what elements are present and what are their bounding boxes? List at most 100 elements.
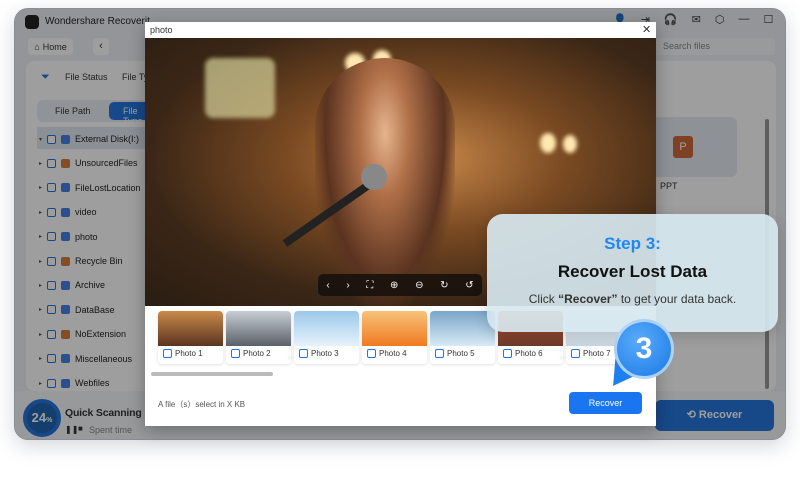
expand-icon[interactable]: ▸ bbox=[39, 184, 42, 191]
selection-status: A file（s）select in X KB bbox=[158, 400, 246, 409]
scan-title: Quick Scanning bbox=[65, 407, 142, 419]
step-label: Step 3: bbox=[604, 234, 661, 253]
pause-icon[interactable]: ❚❚ bbox=[65, 425, 78, 434]
tree-checkbox[interactable] bbox=[47, 305, 57, 315]
expand-icon[interactable]: ▸ bbox=[39, 209, 42, 216]
rotate-left-icon[interactable]: ↺ bbox=[465, 280, 473, 291]
tree-checkbox[interactable] bbox=[47, 134, 57, 144]
filter-icon[interactable]: ⏷ bbox=[41, 71, 50, 84]
recover-button[interactable]: Recover bbox=[569, 392, 642, 414]
tree-item-label: Recycle Bin bbox=[75, 256, 123, 266]
photo-thumbnail[interactable]: Photo 2 bbox=[226, 311, 291, 364]
expand-icon[interactable]: ▸ bbox=[39, 355, 42, 362]
expand-icon[interactable]: ▸ bbox=[39, 380, 42, 387]
thumbnail-label: Photo 4 bbox=[379, 349, 407, 358]
thumbnail-image bbox=[362, 311, 427, 346]
folder-icon bbox=[61, 329, 71, 339]
spent-time: Spent time bbox=[89, 425, 133, 435]
tree-item-label: photo bbox=[75, 231, 98, 242]
tree-item[interactable]: ▸ UnsourcedFiles bbox=[39, 153, 138, 173]
rotate-right-icon[interactable]: ↻ bbox=[440, 280, 448, 291]
home-button[interactable]: ⌂ Home bbox=[28, 38, 73, 55]
tree-item[interactable]: ▸ Archive bbox=[39, 275, 105, 295]
photo-thumbnail[interactable]: Photo 1 bbox=[158, 311, 223, 364]
thumbnail-label: Photo 1 bbox=[175, 349, 203, 358]
folder-icon bbox=[61, 378, 71, 388]
thumbnail-checkbox[interactable] bbox=[367, 349, 376, 358]
thumbnail-label: Photo 6 bbox=[515, 349, 543, 358]
mail-icon[interactable]: ✉ bbox=[692, 13, 701, 26]
expand-icon[interactable]: ▸ bbox=[39, 233, 42, 240]
tree-item[interactable]: ▸ Miscellaneous bbox=[39, 349, 132, 369]
tree-checkbox[interactable] bbox=[47, 232, 57, 242]
tree-item-label: Webfiles bbox=[75, 378, 110, 388]
expand-icon[interactable]: ▸ bbox=[39, 282, 42, 289]
expand-icon[interactable]: ▸ bbox=[39, 160, 42, 167]
tree-item-label: DataBase bbox=[75, 304, 115, 315]
photo-thumbnail[interactable]: Photo 3 bbox=[294, 311, 359, 364]
fullscreen-icon[interactable]: ⛶ bbox=[366, 280, 373, 291]
minimize-icon[interactable]: — bbox=[738, 13, 749, 26]
next-icon[interactable]: › bbox=[346, 280, 349, 291]
scan-progress-ring: 24% bbox=[23, 399, 61, 437]
tree-checkbox[interactable] bbox=[47, 378, 57, 388]
folder-icon bbox=[61, 232, 71, 242]
step-title: Recover Lost Data bbox=[557, 262, 708, 281]
folder-icon bbox=[61, 256, 71, 266]
stop-icon[interactable]: ■ bbox=[78, 424, 83, 433]
zoom-in-icon[interactable]: ⊕ bbox=[390, 280, 398, 291]
folder-icon bbox=[61, 183, 71, 193]
tab-file-path[interactable]: File Path bbox=[55, 106, 91, 116]
file-status-dropdown[interactable]: File Status bbox=[65, 72, 108, 82]
folder-icon bbox=[61, 305, 71, 315]
settings-icon[interactable]: ⬡ bbox=[715, 13, 725, 26]
step-tooltip: Step 3: Recover Lost Data Click “Recover… bbox=[487, 214, 778, 332]
tree-checkbox[interactable] bbox=[47, 354, 57, 364]
thumbnail-checkbox[interactable] bbox=[231, 349, 240, 358]
tree-item[interactable]: ▸ Recycle Bin bbox=[39, 251, 123, 271]
tree-checkbox[interactable] bbox=[47, 256, 57, 266]
thumbnail-checkbox[interactable] bbox=[163, 349, 172, 358]
tree-item[interactable]: ▸ Webfiles bbox=[39, 373, 109, 393]
prev-icon[interactable]: ‹ bbox=[326, 280, 329, 291]
modal-close-icon[interactable]: ✕ bbox=[642, 23, 651, 36]
thumbnail-label: Photo 7 bbox=[583, 349, 611, 358]
tree-checkbox[interactable] bbox=[47, 183, 57, 193]
expand-icon[interactable]: ▾ bbox=[39, 136, 42, 143]
tree-item[interactable]: ▸ FileLostLocation bbox=[39, 178, 141, 198]
thumbnail-checkbox[interactable] bbox=[503, 349, 512, 358]
tree-item[interactable]: ▸ NoExtension bbox=[39, 324, 126, 344]
photo-thumbnail[interactable]: Photo 5 bbox=[430, 311, 495, 364]
tree-checkbox[interactable] bbox=[47, 329, 57, 339]
tree-item[interactable]: ▸ photo bbox=[39, 227, 98, 247]
zoom-out-icon[interactable]: ⊖ bbox=[415, 280, 423, 291]
thumbnail-checkbox[interactable] bbox=[299, 349, 308, 358]
expand-icon[interactable]: ▸ bbox=[39, 331, 42, 338]
folder-icon bbox=[61, 207, 71, 217]
thumbnail-checkbox[interactable] bbox=[571, 349, 580, 358]
folder-icon bbox=[61, 354, 71, 364]
thumbnail-checkbox[interactable] bbox=[435, 349, 444, 358]
main-recover-button[interactable]: ⟲ Recover bbox=[655, 400, 774, 431]
tree-item-label: FileLostLocation bbox=[75, 182, 141, 193]
tree-item-label: Miscellaneous bbox=[75, 353, 133, 364]
maximize-icon[interactable]: ☐ bbox=[763, 13, 773, 26]
step-description: Click “Recover” to get your data back. bbox=[528, 292, 737, 306]
tree-checkbox[interactable] bbox=[47, 158, 57, 168]
tree-item[interactable]: ▾ External Disk(I:) bbox=[39, 129, 139, 149]
tree-item[interactable]: ▸ video bbox=[39, 202, 97, 222]
expand-icon[interactable]: ▸ bbox=[39, 306, 42, 313]
tree-item-label: UnsourcedFiles bbox=[75, 158, 138, 169]
tree-checkbox[interactable] bbox=[47, 280, 57, 290]
ppt-label: PPT bbox=[660, 181, 678, 191]
thumb-scrollbar[interactable] bbox=[151, 372, 273, 376]
support-icon[interactable]: 🎧 bbox=[664, 13, 678, 26]
back-button[interactable]: ‹ bbox=[93, 38, 109, 55]
tree-item[interactable]: ▸ DataBase bbox=[39, 300, 115, 320]
thumbnail-image bbox=[158, 311, 223, 346]
tree-checkbox[interactable] bbox=[47, 207, 57, 217]
photo-thumbnail[interactable]: Photo 4 bbox=[362, 311, 427, 364]
thumbnail-image bbox=[294, 311, 359, 346]
app-title: Wondershare Recoverit bbox=[45, 16, 150, 27]
expand-icon[interactable]: ▸ bbox=[39, 258, 42, 265]
